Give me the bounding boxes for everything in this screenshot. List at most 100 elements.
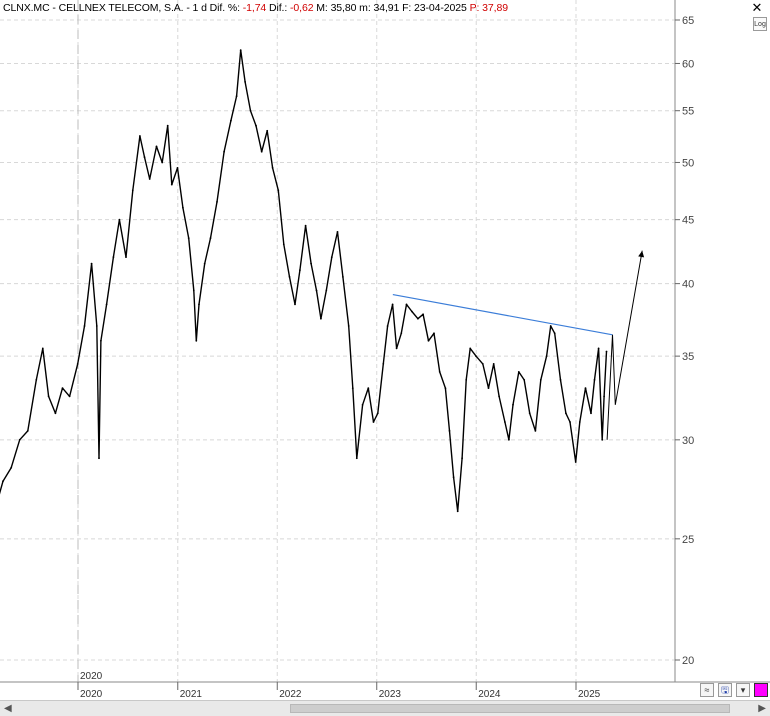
price-point: [469, 347, 472, 350]
price-point: [411, 310, 413, 313]
price-point: [427, 339, 430, 342]
price-point: [105, 303, 108, 306]
price-point: [355, 457, 358, 460]
price-point: [391, 303, 394, 306]
ticker-label: CLNX.MC - CELLNEX TELECOM, S.A. -: [3, 2, 190, 14]
period-label: 1 d: [192, 2, 207, 14]
price-point: [95, 325, 98, 327]
price-label: P:: [469, 2, 480, 14]
price-point: [277, 189, 280, 192]
save-icon[interactable]: 🖫: [718, 683, 732, 697]
price-point: [166, 124, 169, 127]
pattern-icon[interactable]: ≈: [700, 683, 714, 697]
price-point: [187, 237, 190, 240]
price-point: [475, 355, 477, 357]
price-point: [405, 303, 408, 306]
dif-value: -0,62: [290, 2, 314, 14]
price-point: [203, 262, 206, 265]
price-point: [235, 95, 238, 97]
price-point: [549, 325, 552, 327]
price-point: [452, 476, 455, 479]
price-point: [90, 262, 93, 265]
price-point: [198, 303, 200, 306]
price-point: [539, 379, 542, 381]
y-tick-label: 45: [682, 215, 694, 227]
price-point: [465, 379, 468, 381]
price-point: [461, 457, 463, 460]
price-point: [155, 145, 158, 148]
price-point: [10, 466, 13, 469]
log-scale-toggle[interactable]: Log: [753, 17, 767, 31]
x-tick-label: 2023: [379, 689, 402, 700]
price-point: [601, 438, 604, 441]
price-point: [528, 412, 531, 415]
price-point: [545, 355, 548, 357]
chart-header: CLNX.MC - CELLNEX TELECOM, S.A. - 1 d Di…: [3, 2, 508, 14]
price-point: [170, 183, 173, 186]
price-point: [508, 438, 510, 441]
y-tick-label: 35: [682, 351, 694, 363]
y-tick-label: 25: [682, 534, 694, 546]
price-point: [565, 412, 567, 415]
price-point: [255, 124, 257, 127]
scroll-right-arrow-icon[interactable]: ▶: [758, 703, 766, 714]
price-point: [192, 289, 195, 292]
price-point: [347, 325, 350, 327]
chevron-down-icon[interactable]: ▾: [736, 683, 750, 697]
price-point: [534, 430, 537, 432]
price-point: [376, 412, 379, 415]
y-tick-label: 30: [682, 435, 694, 447]
price-chart: 20253035404550556065 2020 2021 2022 2023 202…: [0, 0, 770, 700]
color-swatch-button[interactable]: [754, 683, 768, 697]
price-point: [310, 262, 312, 265]
y-tick-label: 55: [682, 106, 694, 118]
price-point: [68, 395, 71, 398]
price-point: [578, 421, 581, 423]
price-point: [249, 109, 252, 112]
price-point: [574, 461, 577, 463]
horizontal-scrollbar[interactable]: ◀ ▶: [0, 700, 770, 716]
price-point: [41, 347, 44, 350]
price-point: [597, 347, 600, 350]
price-point: [76, 363, 79, 365]
x-tick-label: 2020: [80, 689, 103, 700]
date-label: F:: [402, 2, 412, 14]
price-point: [61, 387, 64, 389]
price-point: [444, 387, 447, 389]
price-point: [83, 325, 86, 327]
price-point: [382, 363, 385, 365]
min-label: m:: [359, 2, 371, 14]
price-point: [361, 403, 364, 406]
price-point: [386, 325, 389, 327]
price-point: [209, 237, 212, 240]
y-tick-label: 65: [682, 15, 694, 27]
price-point: [304, 224, 307, 227]
price-point: [330, 256, 333, 258]
price-point: [590, 412, 592, 415]
close-button[interactable]: ✕: [750, 1, 764, 15]
price-point: [448, 430, 451, 432]
y-tick-label: 60: [682, 58, 694, 70]
price-point: [603, 395, 605, 398]
price-point: [351, 387, 354, 389]
price-point: [325, 289, 328, 292]
price-point: [98, 457, 100, 460]
price-point: [553, 332, 556, 335]
dif-label: Dif.:: [269, 2, 288, 14]
price-point: [400, 332, 403, 335]
max-label: M:: [316, 2, 328, 14]
price-point: [367, 387, 370, 389]
price-point: [569, 421, 571, 423]
price-point: [315, 289, 318, 292]
price-point: [342, 276, 344, 278]
price-point: [239, 49, 242, 51]
price-point: [492, 363, 495, 365]
price-point: [422, 313, 424, 316]
price-point: [148, 178, 151, 180]
price-point: [266, 129, 269, 132]
scrollbar-thumb[interactable]: [290, 704, 730, 713]
y-tick-label: 40: [682, 279, 694, 291]
price-point: [288, 276, 291, 278]
price-point: [118, 218, 121, 221]
scroll-left-arrow-icon[interactable]: ◀: [4, 703, 12, 714]
